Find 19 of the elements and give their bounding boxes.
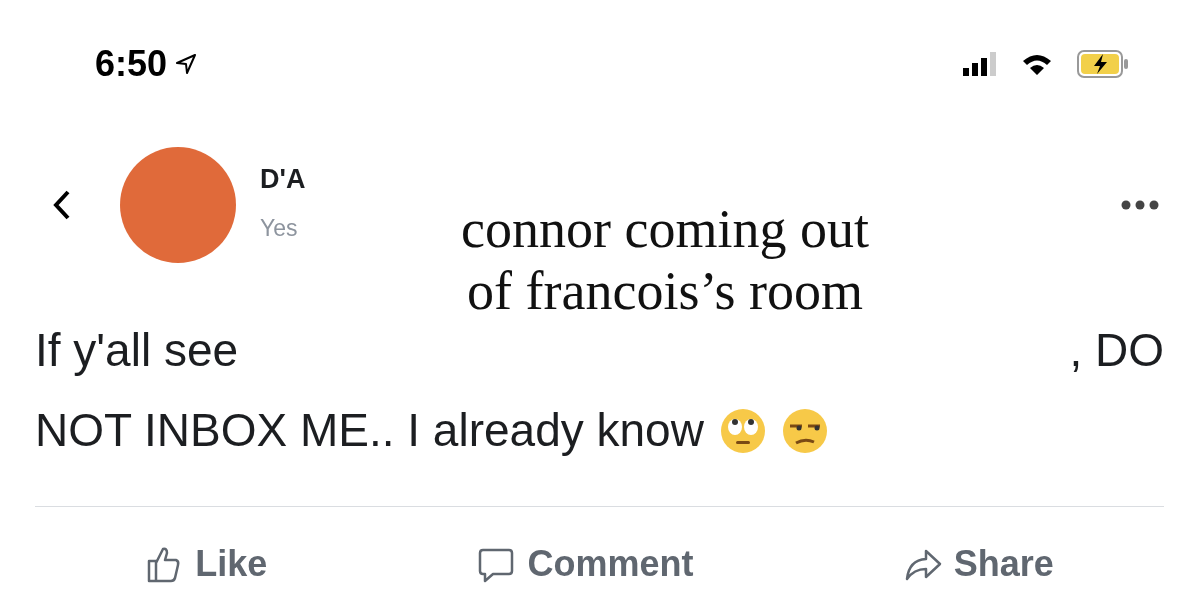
like-button[interactable]: Like [145,537,268,592]
caption-text: connor coming out [460,198,870,261]
back-icon[interactable] [52,189,72,221]
wifi-icon [1021,52,1053,76]
rolling-eyes-emoji-icon [719,407,766,454]
location-arrow-icon [175,53,198,75]
post-text: NOT INBOX ME.. I already know [35,403,704,459]
battery-charging-icon [1077,50,1129,78]
more-icon[interactable] [1121,200,1159,210]
post-text: , DO [1069,323,1164,378]
unamused-face-emoji-icon [781,407,828,454]
post-time: Yes [260,213,299,243]
author-name: D'A [260,164,306,195]
comment-button[interactable]: Comment [477,537,694,592]
caption-text: of francois’s room [466,260,864,323]
post-text: If y'all see [35,323,239,378]
share-button[interactable]: Share [903,537,1054,592]
clock-time: 6:50 [95,42,168,86]
signal-icon [963,52,997,76]
